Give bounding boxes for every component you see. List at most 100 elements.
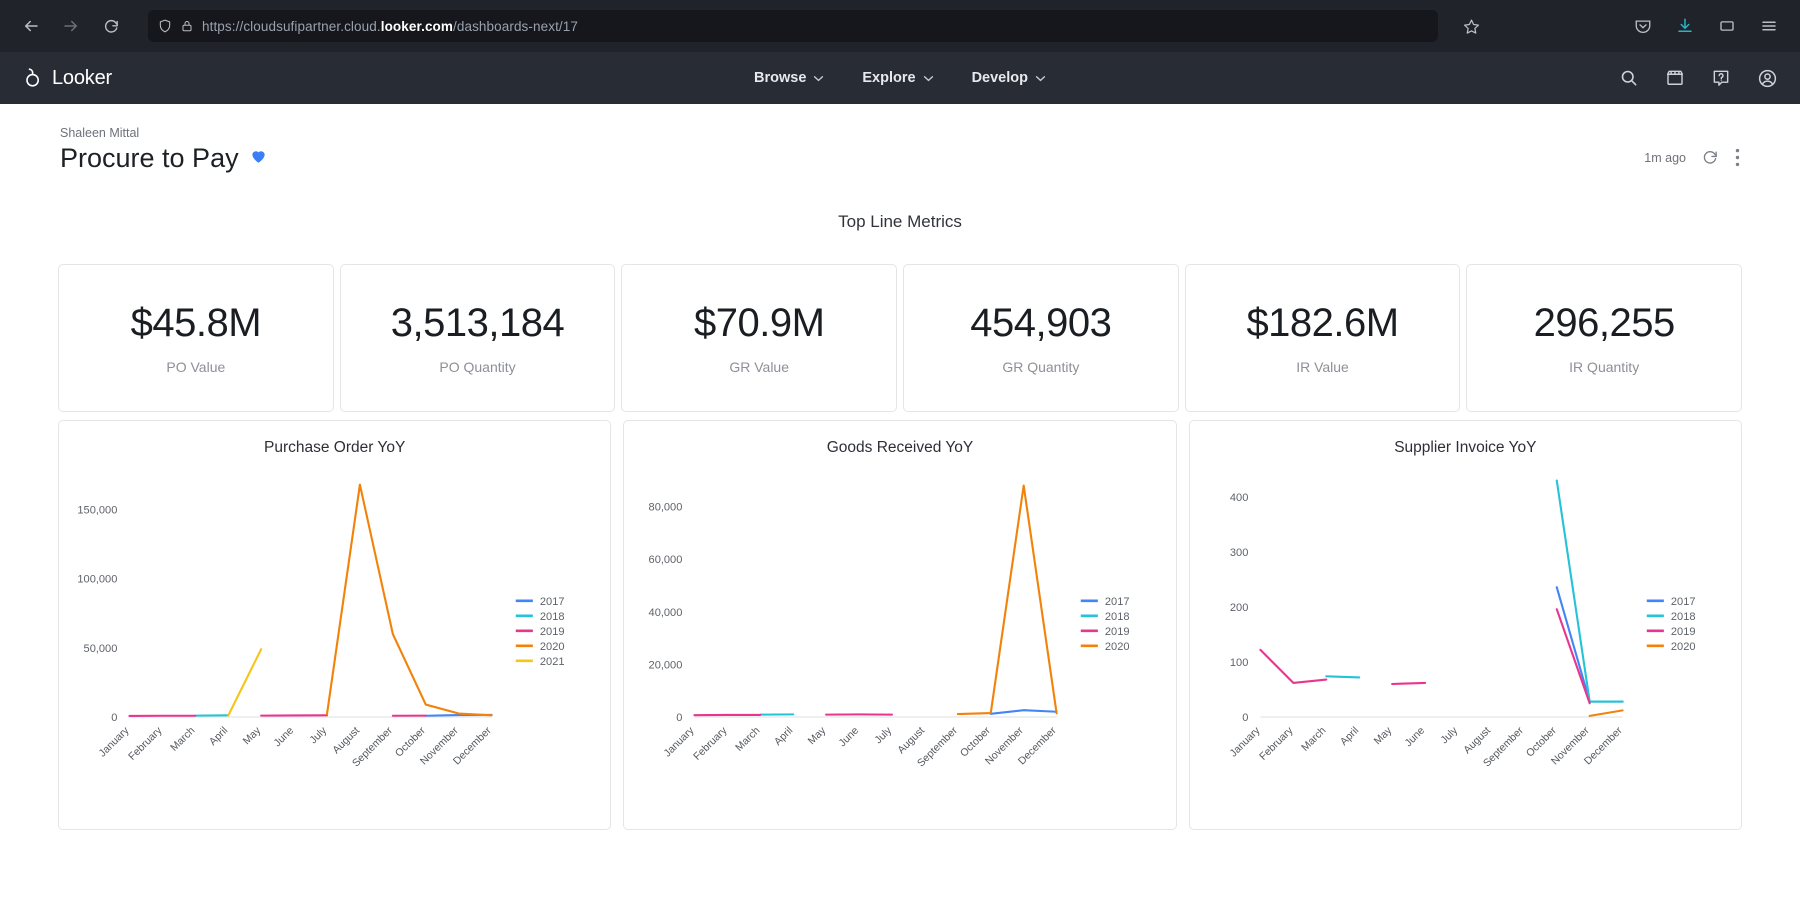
nav-item-label: Develop	[971, 70, 1028, 86]
kpi-label: IR Quantity	[1569, 359, 1640, 375]
y-axis-tick: 100,000	[77, 574, 117, 586]
kpi-label: IR Value	[1296, 359, 1349, 375]
series-line	[227, 648, 263, 717]
url-text: https://cloudsufipartner.cloud.looker.co…	[202, 18, 578, 34]
series-line	[1555, 479, 1624, 703]
help-icon[interactable]	[1711, 68, 1731, 88]
legend-label[interactable]: 2020	[1671, 641, 1696, 653]
kpi-tile[interactable]: $45.8M PO Value	[58, 264, 334, 412]
vertical-dots-icon[interactable]	[1735, 148, 1740, 167]
legend-label[interactable]: 2017	[540, 596, 565, 608]
chart-title: Supplier Invoice YoY	[1394, 439, 1537, 456]
looker-mark-icon	[22, 66, 44, 90]
x-axis-tick: May	[1371, 724, 1394, 747]
lock-icon	[181, 19, 193, 33]
back-arrow-icon[interactable]	[14, 9, 48, 43]
chart-card[interactable]: Supplier Invoice YoY 0 100 200 300 400 January…	[1188, 420, 1742, 830]
nav-item-explore[interactable]: Explore	[858, 64, 937, 92]
legend-label[interactable]: 2017	[1671, 596, 1696, 608]
x-axis-tick: May	[806, 724, 829, 747]
star-icon[interactable]	[1454, 9, 1488, 43]
download-icon[interactable]	[1668, 9, 1702, 43]
chart-plot-area[interactable]: 0 50,000 100,000 150,000 January February Marc…	[59, 457, 610, 809]
looker-top-nav: Looker Browse Explore Develop	[0, 52, 1800, 104]
pocket-icon[interactable]	[1626, 9, 1660, 43]
looker-logo[interactable]: Looker	[22, 66, 112, 90]
account-avatar-icon[interactable]	[1757, 68, 1778, 89]
x-axis-tick: April	[207, 725, 230, 748]
series-line	[1555, 586, 1624, 703]
kpi-value: $182.6M	[1246, 301, 1399, 345]
refresh-icon[interactable]	[1702, 149, 1719, 166]
container-tab-icon[interactable]	[1710, 9, 1744, 43]
legend-label[interactable]: 2017	[1105, 596, 1130, 608]
chevron-down-icon	[923, 75, 933, 81]
series-line	[1555, 608, 1591, 705]
kpi-tile[interactable]: 296,255 IR Quantity	[1466, 264, 1743, 412]
chart-plot-area[interactable]: 0 20,000 40,000 60,000 80,000 January February…	[624, 457, 1175, 809]
x-axis-tick: July	[307, 724, 329, 746]
nav-item-label: Browse	[754, 70, 807, 86]
y-axis-tick: 40,000	[649, 607, 683, 619]
shield-icon	[158, 19, 172, 33]
x-axis-tick: April	[772, 725, 795, 748]
kpi-tile[interactable]: 454,903 GR Quantity	[903, 264, 1179, 412]
kpi-tile[interactable]: $182.6M IR Value	[1184, 264, 1461, 412]
x-axis-tick: March	[1299, 725, 1328, 754]
page-title: Procure to Pay	[60, 143, 268, 174]
marketplace-icon[interactable]	[1665, 68, 1685, 88]
hamburger-menu-icon[interactable]	[1752, 9, 1786, 43]
y-axis-tick: 200	[1230, 602, 1248, 614]
x-axis-tick: August	[330, 725, 362, 757]
kpi-label: PO Value	[166, 359, 226, 375]
kpi-tile[interactable]: $70.9M GR Value	[621, 264, 898, 412]
x-axis-tick: August	[1461, 725, 1493, 757]
nav-item-browse[interactable]: Browse	[750, 64, 828, 92]
y-axis-tick: 0	[111, 712, 117, 724]
chart-card[interactable]: Goods Received YoY 0 20,000 40,000 60,000 80,…	[623, 420, 1177, 830]
series-line	[325, 483, 493, 717]
forward-arrow-icon[interactable]	[54, 9, 88, 43]
chart-card[interactable]: Purchase Order YoY 0 50,000 100,000 150,000 J…	[58, 420, 612, 830]
heart-icon[interactable]	[249, 147, 268, 171]
series-line	[1259, 648, 1327, 684]
x-axis-tick: April	[1338, 725, 1361, 748]
legend-label[interactable]: 2019	[1671, 626, 1696, 638]
legend-label[interactable]: 2019	[540, 626, 565, 638]
legend-label[interactable]: 2020	[540, 641, 565, 653]
kpi-row: $45.8M PO Value 3,513,184 PO Quantity $70.9M…	[0, 264, 1800, 412]
chevron-down-icon	[814, 75, 824, 81]
x-axis-tick: June	[1402, 725, 1427, 750]
x-axis-tick: July	[1438, 724, 1460, 746]
legend-label[interactable]: 2021	[540, 656, 565, 668]
x-axis-tick: June	[271, 725, 296, 750]
search-icon[interactable]	[1619, 68, 1639, 88]
legend-label[interactable]: 2018	[540, 611, 565, 623]
x-axis-tick: July	[873, 724, 895, 746]
reload-icon[interactable]	[94, 9, 128, 43]
nav-item-develop[interactable]: Develop	[968, 64, 1050, 92]
chart-title: Goods Received YoY	[826, 439, 974, 456]
url-bar[interactable]: https://cloudsufipartner.cloud.looker.co…	[148, 10, 1438, 42]
browser-chrome: https://cloudsufipartner.cloud.looker.co…	[0, 0, 1800, 52]
x-axis-tick: June	[837, 725, 862, 750]
y-axis-tick: 100	[1230, 657, 1248, 669]
legend-label[interactable]: 2019	[1105, 626, 1130, 638]
y-axis-tick: 80,000	[649, 502, 683, 514]
chart-plot-area[interactable]: 0 100 200 300 400 January February March April Ma…	[1190, 457, 1741, 809]
series-line	[1588, 709, 1624, 717]
kpi-tile[interactable]: 3,513,184 PO Quantity	[339, 264, 616, 412]
legend-label[interactable]: 2018	[1105, 611, 1130, 623]
legend-label[interactable]: 2020	[1105, 641, 1130, 653]
x-axis-tick: February	[126, 724, 165, 763]
looker-wordmark: Looker	[52, 66, 112, 89]
breadcrumb[interactable]: Shaleen Mittal	[60, 126, 268, 140]
chevron-down-icon	[1035, 75, 1046, 81]
last-run-timestamp: 1m ago	[1644, 150, 1686, 165]
kpi-value: 296,255	[1533, 301, 1676, 345]
legend-label[interactable]: 2018	[1671, 611, 1696, 623]
nav-items: Browse Explore Develop	[0, 64, 1800, 92]
chart-row: Purchase Order YoY 0 50,000 100,000 150,000 J…	[0, 420, 1800, 830]
x-axis-tick: March	[733, 725, 762, 754]
section-title: Top Line Metrics	[838, 212, 962, 231]
